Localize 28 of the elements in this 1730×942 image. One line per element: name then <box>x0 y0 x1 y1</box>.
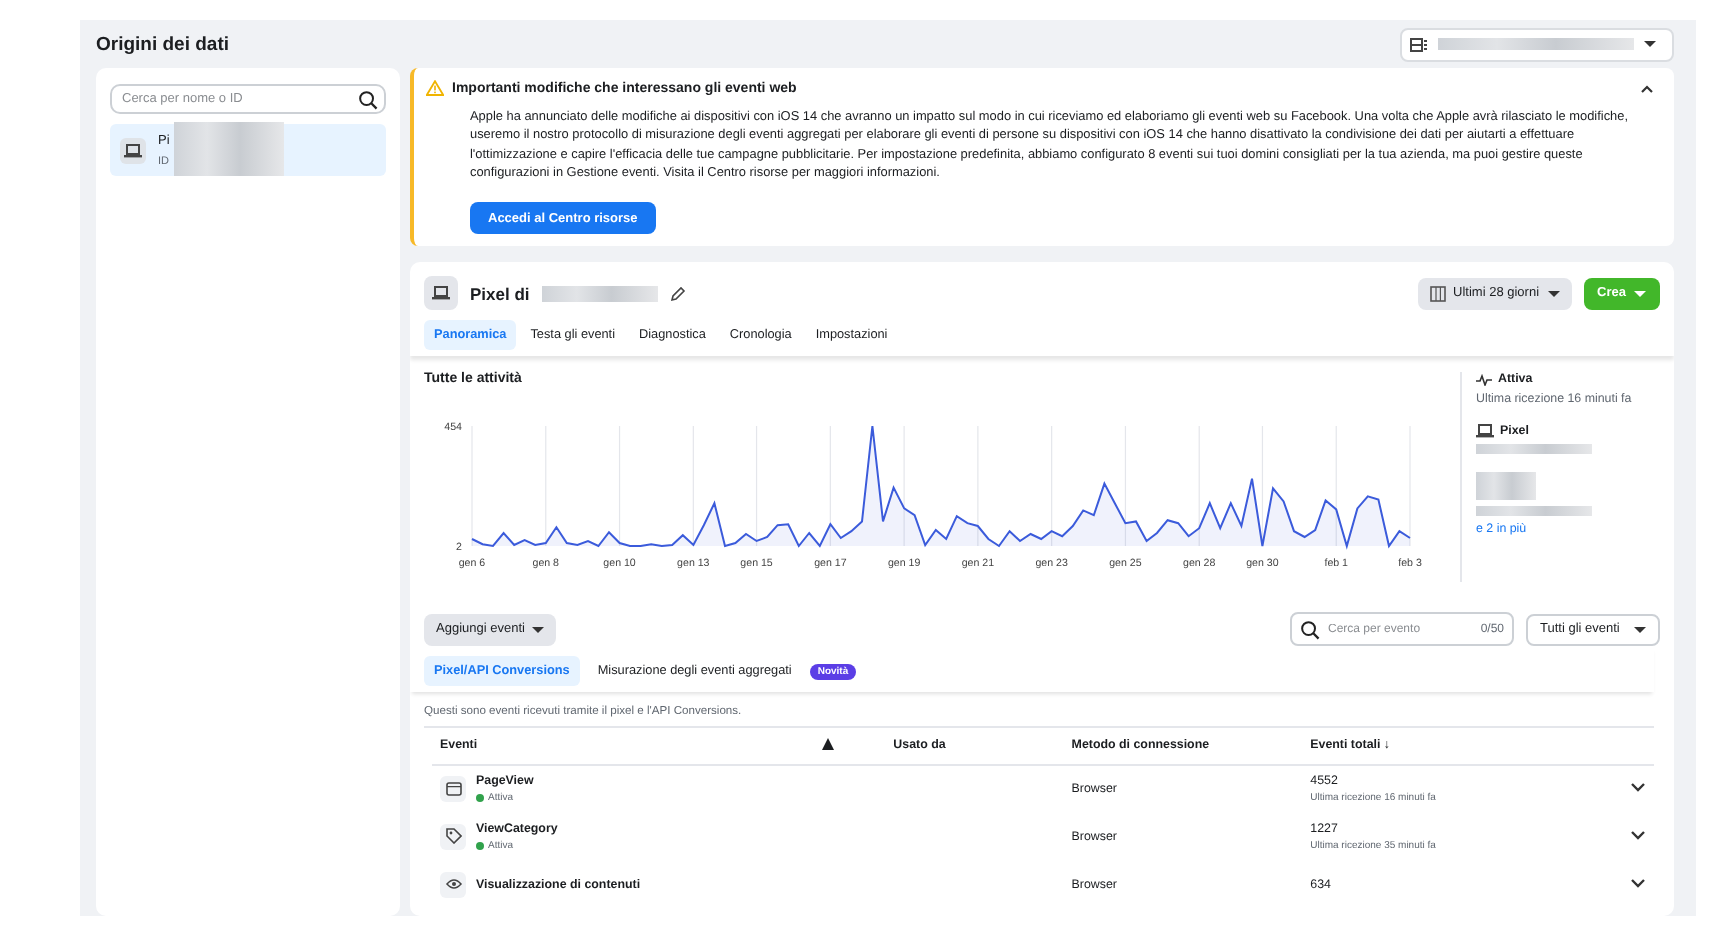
expand-icon[interactable] <box>1630 829 1646 840</box>
alert-icon <box>821 737 834 750</box>
blurred-text <box>1476 444 1592 455</box>
activity-icon <box>1476 373 1492 386</box>
laptop-icon <box>124 143 142 157</box>
caret-icon <box>1634 289 1646 298</box>
blurred-text <box>1476 506 1592 517</box>
caret-icon <box>1547 289 1560 298</box>
eye-icon <box>445 878 461 891</box>
laptop-icon <box>1476 424 1494 439</box>
laptop-icon <box>432 286 450 301</box>
blurred-text <box>541 285 658 302</box>
tag-icon <box>445 828 461 845</box>
search-icon <box>358 89 378 109</box>
blurred-text <box>174 122 284 176</box>
expand-icon[interactable] <box>1630 877 1646 888</box>
blurred-text <box>1476 472 1536 501</box>
caret-icon <box>532 625 545 634</box>
search-icon <box>1300 619 1320 640</box>
expand-icon[interactable] <box>1630 781 1646 792</box>
pixel-title: Pixel di <box>470 283 530 304</box>
window-icon <box>445 781 461 796</box>
page-title: Origini dei dati <box>96 33 230 55</box>
pencil-icon <box>669 285 686 302</box>
caret-icon <box>1634 625 1646 634</box>
collapse-icon[interactable] <box>1640 83 1654 93</box>
caret-icon <box>1644 40 1656 48</box>
warning-icon <box>426 80 444 96</box>
